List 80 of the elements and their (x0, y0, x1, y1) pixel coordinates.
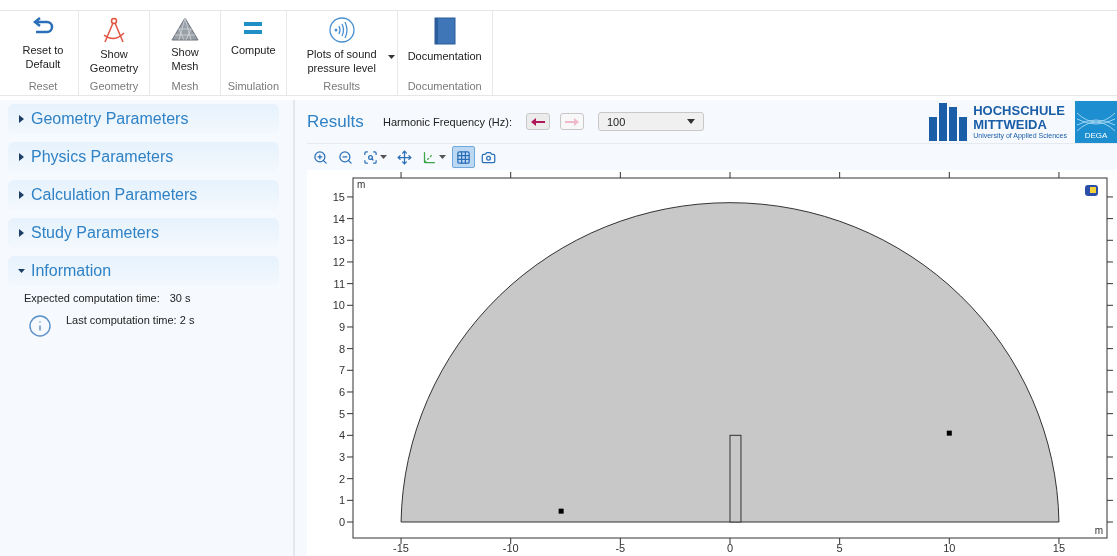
group-label: Results (323, 79, 360, 94)
field-value: 30 s (169, 292, 191, 304)
mesh-triangle-icon (171, 17, 199, 41)
ribbon-button[interactable]: Show Mesh (156, 11, 214, 77)
y-tick-label: 14 (332, 212, 345, 225)
toolbar-button[interactable] (452, 146, 475, 168)
section-header[interactable]: Calculation Parameters (8, 180, 279, 210)
y-tick-label: 2 (338, 472, 345, 485)
frequency-label: Harmonic Frequency (Hz): (383, 115, 512, 128)
y-tick-label: 7 (338, 364, 345, 377)
grid-icon (456, 149, 471, 165)
ribbon-button[interactable]: Plots of sound pressure level (292, 11, 391, 77)
y-tick-label: 9 (338, 320, 345, 333)
logo-text: MITTWEIDA (973, 117, 1048, 132)
y-tick-label: 5 (338, 407, 345, 420)
ribbon-button[interactable]: Show Geometry (85, 11, 143, 77)
group-label: Geometry (89, 79, 139, 94)
legend-icon (1085, 185, 1098, 196)
caret-right-icon (18, 153, 25, 161)
zoom-extents-icon (397, 149, 412, 165)
field-label: Expected computation time: (24, 292, 160, 304)
caret-right-icon (18, 229, 25, 237)
section-header[interactable]: Study Parameters (8, 218, 279, 248)
group-label: Documentation (407, 79, 482, 94)
y-tick-label: 10 (332, 299, 345, 312)
zoom-out-icon (338, 149, 353, 165)
y-tick-label: 8 (338, 342, 345, 355)
x-tick-label: 15 (1052, 542, 1066, 554)
building-logo-icon (929, 102, 968, 141)
camera-icon (481, 149, 496, 165)
y-tick-label: 4 (338, 429, 345, 442)
caret-down-icon (18, 267, 25, 275)
y-tick-label: 3 (338, 451, 345, 463)
logo-text: HOCHSCHULE (973, 103, 1066, 118)
x-unit-label: m (1094, 525, 1103, 536)
y-tick-label: 11 (333, 277, 345, 290)
zoom-box-icon (363, 149, 378, 165)
group-label: Simulation (227, 79, 279, 94)
results-title: Results (307, 111, 365, 132)
section-header[interactable]: Information (8, 256, 279, 286)
book-icon (432, 17, 457, 45)
compass-icon (101, 17, 127, 43)
right-arrow-icon (565, 117, 579, 126)
caret-icon (439, 155, 446, 159)
group-label: Mesh (171, 79, 199, 94)
section-header[interactable]: Physics Parameters (8, 142, 279, 172)
source-point (558, 508, 564, 514)
info-icon (28, 314, 52, 338)
x-tick-label: -5 (615, 542, 626, 554)
ribbon-button[interactable]: Reset to Default (14, 11, 72, 77)
y-tick-label: 13 (332, 234, 345, 247)
x-tick-label: 0 (726, 542, 734, 554)
note-text: Last computation time: 2 s (66, 314, 195, 326)
caret-icon (387, 55, 395, 59)
x-tick-label: 10 (943, 542, 956, 554)
y-tick-label: 1 (338, 494, 345, 507)
caret-right-icon (18, 115, 25, 123)
caret-right-icon (18, 191, 25, 199)
x-tick-label: -10 (502, 542, 519, 554)
sound-waves-icon (328, 17, 355, 43)
frequency-dropdown[interactable]: 100 (598, 112, 704, 131)
receiver-point (946, 430, 952, 436)
y-unit-label: m (357, 179, 366, 190)
y-tick-label: 15 (332, 190, 345, 203)
y-tick-label: 0 (338, 516, 345, 528)
y-tick-label: 6 (338, 386, 345, 398)
left-arrow-icon (531, 117, 545, 126)
zoom-in-icon (313, 149, 328, 165)
group-label: Reset (28, 79, 58, 94)
ribbon-button[interactable]: Documentation (403, 11, 486, 77)
ribbon-button[interactable]: Compute (227, 11, 280, 77)
x-tick-label: -15 (393, 542, 409, 554)
x-tick-label: 5 (836, 542, 843, 554)
section-header[interactable]: Geometry Parameters (8, 104, 279, 134)
axes-icon (422, 149, 437, 165)
previous-button[interactable] (526, 113, 550, 130)
y-tick-label: 12 (332, 255, 345, 268)
caret-icon (380, 155, 387, 159)
dega-logo: DEGA (1075, 100, 1117, 143)
dropdown-caret-icon (687, 119, 695, 124)
